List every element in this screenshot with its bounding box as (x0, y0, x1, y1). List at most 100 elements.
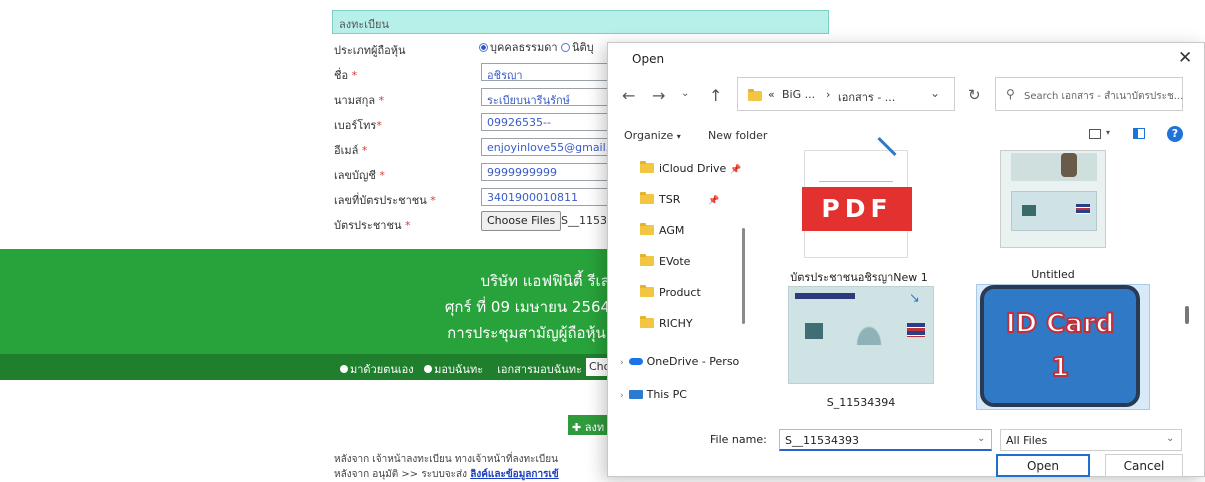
flag-icon (907, 323, 925, 337)
phone-label: เบอร์โทร* (334, 119, 382, 132)
company-banner: บริษัท แอฟฟินิตี้ รีเลชั่ ศุกร์ ที่ 09 เ… (0, 249, 620, 355)
id-number-label: เลขที่บัตรประชาชน * (334, 194, 436, 207)
folder-icon (640, 223, 654, 235)
choose-files-button[interactable]: Choose Files (481, 211, 562, 231)
content-scrollbar[interactable] (1185, 306, 1189, 324)
flag-icon (1076, 204, 1090, 214)
last-name-input[interactable]: ระเบียบนารีนุรักษ์ (481, 88, 621, 106)
radio-dot (561, 43, 570, 52)
info-line-2: หลังจาก อนุมัติ >> ระบบจะส่ง ลิงค์และข้อ… (334, 469, 559, 480)
radio-juristic[interactable]: นิติบุ (561, 38, 594, 56)
folder-icon (748, 89, 762, 101)
radio-dot (424, 365, 433, 373)
id-card-thumb-number: 1 (1050, 352, 1070, 384)
chevron-down-icon[interactable]: ⌄ (977, 433, 985, 444)
new-folder-button[interactable]: New folder (708, 129, 767, 142)
radio-proxy[interactable]: มอบฉันทะ (424, 363, 483, 376)
radio-dot-selected (479, 43, 488, 52)
info-line-1: หลังจาก เจ้าหน้าลงทะเบียน ทางเจ้าหน้าที่… (334, 454, 558, 465)
file-type-select[interactable]: All Files ⌄ (1000, 429, 1182, 451)
folder-icon (640, 254, 654, 266)
folder-icon (640, 192, 654, 204)
nav-scrollbar[interactable] (742, 228, 745, 324)
organize-menu[interactable]: Organize ▾ (624, 129, 681, 142)
file-item-id-card-selected[interactable]: ID Card 1 (976, 284, 1150, 410)
register-button[interactable]: ✚ ลงท (568, 415, 609, 435)
forward-arrow-icon[interactable]: → (652, 86, 665, 105)
radio-person[interactable]: บุคคลธรรมดา (479, 38, 558, 56)
nav-item-this-pc[interactable]: › This PC (620, 388, 687, 401)
info-link[interactable]: ลิงค์และข้อมูลการเข้ (470, 469, 559, 480)
shareholder-type-label: ประเภทผู้ถือหุ้น (334, 44, 406, 57)
pdf-icon: PDF (802, 187, 912, 231)
nav-item-tsr[interactable]: TSR 📌 (640, 192, 720, 206)
folder-icon (640, 161, 654, 173)
first-name-input[interactable]: อชิรญา (481, 63, 621, 81)
card-header-strip (795, 293, 855, 299)
card-thumbnail-top (1011, 153, 1097, 181)
card-thumbnail (1011, 191, 1097, 231)
id-card-thumb-title: ID Card (1005, 308, 1115, 340)
help-icon[interactable]: ? (1167, 126, 1183, 142)
path-segment[interactable]: เอกสาร - ... (838, 88, 895, 106)
close-icon[interactable]: ✕ (1178, 48, 1192, 68)
registration-header: ลงทะเบียน (332, 10, 829, 34)
chevron-down-icon[interactable]: ⌄ (681, 88, 689, 99)
radio-juristic-label: นิติบุ (572, 41, 594, 54)
proxy-doc-label: เอกสารมอบฉันทะ : (497, 363, 590, 376)
file-item-untitled[interactable] (1000, 150, 1106, 248)
cancel-button[interactable]: Cancel (1105, 454, 1183, 477)
account-input[interactable]: 9999999999 (481, 163, 621, 181)
nav-item-richy[interactable]: RICHY (640, 316, 693, 330)
attendance-options: มาด้วยตนเอง มอบฉันทะ เอกสารมอบฉันทะ : (340, 360, 589, 378)
banner-line-meeting: การประชุมสามัญผู้ถือหุ้น ป (447, 324, 620, 342)
nav-item-evote[interactable]: EVote (640, 254, 690, 268)
account-label: เลขบัญชี * (334, 169, 385, 182)
path-overflow: « (768, 88, 775, 101)
arrow-mark: ↘ (909, 291, 920, 306)
computer-icon (628, 390, 643, 399)
chip-icon (805, 323, 823, 339)
nav-item-product[interactable]: Product (640, 285, 701, 299)
nav-item-agm[interactable]: AGM (640, 223, 684, 237)
file-name-input[interactable]: S__11534393 ⌄ (779, 429, 992, 451)
banner-line-date: ศุกร์ ที่ 09 เมษายน 2564 เ (444, 298, 620, 316)
file-item-pdf[interactable]: PDF (802, 136, 912, 258)
file-name-label: S_11534394 (826, 396, 896, 409)
folder-icon (640, 316, 654, 328)
chevron-right-icon: › (620, 391, 624, 401)
back-arrow-icon[interactable]: ← (622, 86, 635, 105)
email-label: อีเมล์ * (334, 144, 368, 157)
up-arrow-icon[interactable]: ↑ (709, 86, 722, 105)
preview-pane-icon[interactable] (1133, 128, 1145, 139)
phone-input[interactable]: 09926535-- (481, 113, 621, 131)
nav-item-icloud[interactable]: iCloud Drive 📌 (640, 161, 742, 175)
address-bar[interactable]: « BiG ... › เอกสาร - ... ⌄ (737, 77, 955, 111)
nav-item-onedrive[interactable]: › OneDrive - Perso (620, 355, 739, 368)
pin-icon: 📌 (708, 196, 720, 206)
path-segment[interactable]: BiG ... (782, 88, 815, 101)
dialog-title: Open (632, 52, 665, 66)
attendance-strip: มาด้วยตนเอง มอบฉันทะ เอกสารมอบฉันทะ : Ch… (0, 354, 626, 380)
file-name-label: Untitled (1031, 268, 1075, 281)
file-item-s11534394[interactable]: ↘ (788, 286, 934, 384)
radio-self[interactable]: มาด้วยตนเอง (340, 363, 414, 376)
file-grid: PDF บัตรประชาชนอชิรญาNew 1 Untitled ↘ S_… (752, 136, 1189, 415)
open-button[interactable]: Open (996, 454, 1090, 477)
chevron-down-icon[interactable]: ⌄ (930, 86, 940, 100)
search-placeholder: Search เอกสาร - สำเนาบัตรประช... (1024, 91, 1184, 102)
chevron-right-icon: › (620, 358, 624, 368)
cloud-icon (628, 358, 643, 365)
chosen-file-name: S__1153 (561, 214, 607, 227)
page-line (819, 181, 893, 182)
refresh-icon[interactable]: ↻ (968, 86, 981, 104)
search-input[interactable]: ⚲ Search เอกสาร - สำเนาบัตรประช... (995, 77, 1183, 111)
add-icon: ✚ (572, 421, 582, 434)
file-name-label: บัตรประชาชนอชิรญาNew 1 (790, 271, 928, 284)
folder-icon (640, 285, 654, 297)
id-number-input[interactable]: 3401900010811 (481, 188, 621, 206)
chevron-down-icon[interactable]: ▾ (1106, 128, 1110, 137)
view-options-icon[interactable] (1089, 129, 1101, 139)
email-input[interactable]: enjoyinlove55@gmail.co (481, 138, 621, 156)
id-card-label: บัตรประชาชน * (334, 219, 411, 232)
